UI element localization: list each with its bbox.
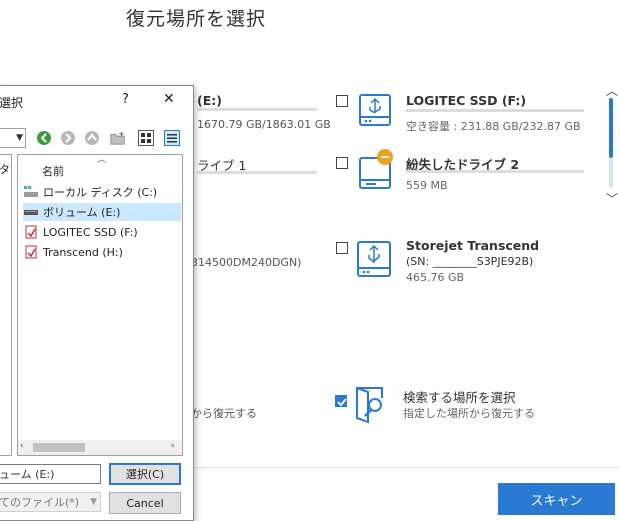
footer-divider bbox=[194, 467, 620, 468]
file-type-value: てのファイル(*) bbox=[0, 496, 80, 509]
logitec-checkbox[interactable] bbox=[336, 95, 348, 107]
list-item[interactable]: Transcend (H:) bbox=[23, 243, 181, 261]
lost-drive-size: 559 MB bbox=[406, 179, 448, 192]
logitec-name: LOGITEC SSD (F:) bbox=[406, 93, 527, 108]
list-view-icon[interactable] bbox=[164, 130, 180, 146]
sort-chevron-icon: ︿ bbox=[97, 155, 107, 165]
drive-serial: 314500DM240DGN) bbox=[191, 256, 302, 269]
scrollbar-track bbox=[609, 158, 613, 188]
select-location-desc: 指定した場所から復元する bbox=[403, 407, 535, 420]
help-button[interactable]: ? bbox=[122, 92, 129, 107]
new-folder-icon[interactable] bbox=[110, 130, 126, 146]
cancel-button[interactable]: Cancel bbox=[109, 492, 181, 514]
local-disk-icon bbox=[24, 186, 38, 197]
dialog-title: 選択 bbox=[0, 96, 24, 110]
folder-search-icon bbox=[354, 384, 386, 424]
drive-icon bbox=[24, 210, 38, 215]
storejet-checkbox[interactable] bbox=[336, 242, 348, 254]
storejet-size: 465.76 GB bbox=[406, 271, 465, 284]
list-item-label: LOGITEC SSD (F:) bbox=[43, 225, 138, 239]
chevron-down-icon: ▼ bbox=[16, 133, 23, 143]
select-location-checkbox[interactable] bbox=[335, 395, 347, 407]
scrollbar-thumb[interactable] bbox=[609, 98, 613, 158]
folder-name-value: ューム (E:) bbox=[0, 468, 55, 481]
page-title: 復元場所を選択 bbox=[126, 8, 267, 30]
list-item[interactable]: ローカル ディスク (C:) bbox=[23, 183, 181, 201]
drive-1-bar bbox=[197, 171, 317, 174]
close-button[interactable]: ✕ bbox=[163, 91, 175, 107]
removable-drive-icon bbox=[25, 245, 37, 259]
storejet-name: Storejet Transcend bbox=[406, 238, 540, 253]
scroll-right-icon[interactable]: › bbox=[171, 441, 175, 451]
scroll-down-icon[interactable]: ﹀ bbox=[606, 190, 618, 207]
lost-drive-bar bbox=[406, 170, 584, 173]
storejet-serial: (SN: ________S3PJE92B) bbox=[406, 255, 534, 268]
scroll-up-icon[interactable]: ︿ bbox=[606, 82, 618, 99]
scan-button[interactable]: スキャン bbox=[498, 483, 615, 515]
usb-drive-icon bbox=[354, 238, 394, 280]
list-item-label: Transcend (H:) bbox=[43, 245, 123, 259]
removable-drive-icon bbox=[25, 225, 37, 239]
select-button[interactable]: 選択(C) bbox=[109, 463, 181, 485]
scroll-left-icon[interactable]: ‹ bbox=[20, 441, 24, 451]
folder-name-input[interactable]: ューム (E:) bbox=[0, 464, 101, 484]
chevron-down-icon: ▼ bbox=[90, 497, 97, 507]
list-item[interactable]: LOGITEC SSD (F:) bbox=[23, 223, 181, 241]
forward-icon[interactable] bbox=[60, 130, 76, 146]
select-folder-dialog: 選択 ? ✕ ▼ タ ︿ 名前 ローカル ディスク (C:) ボリューム (E:… bbox=[0, 85, 194, 521]
navigation-pane[interactable]: タ bbox=[0, 154, 12, 456]
drive-e-size: 1670.79 GB/1863.01 GB bbox=[197, 118, 331, 131]
column-header-name[interactable]: 名前 bbox=[42, 163, 64, 179]
lost-drive-icon bbox=[356, 148, 398, 192]
usb-drive-icon bbox=[356, 91, 394, 129]
location-desc-partial: から復元する bbox=[191, 407, 257, 420]
icon-view-icon[interactable] bbox=[138, 130, 154, 146]
select-location-name: 検索する場所を選択 bbox=[403, 390, 516, 405]
horizontal-scroll-thumb[interactable] bbox=[33, 443, 85, 452]
list-item-label: ローカル ディスク (C:) bbox=[43, 186, 158, 199]
drive-e-bar bbox=[197, 108, 317, 111]
logitec-size: 空き容量 : 231.88 GB/232.87 GB bbox=[406, 120, 581, 133]
up-folder-icon[interactable] bbox=[84, 130, 100, 146]
lost-drive-checkbox[interactable] bbox=[336, 157, 348, 169]
back-icon[interactable] bbox=[36, 130, 52, 146]
path-dropdown[interactable]: ▼ bbox=[0, 128, 26, 148]
navigation-pane-label: タ bbox=[0, 163, 10, 176]
file-type-dropdown[interactable]: てのファイル(*) ▼ bbox=[0, 492, 101, 512]
list-item-label: ボリューム (E:) bbox=[43, 206, 121, 219]
logitec-usage-bar bbox=[406, 109, 584, 112]
drive-e-name: (E:) bbox=[197, 93, 222, 108]
list-item[interactable]: ボリューム (E:) bbox=[23, 203, 181, 221]
